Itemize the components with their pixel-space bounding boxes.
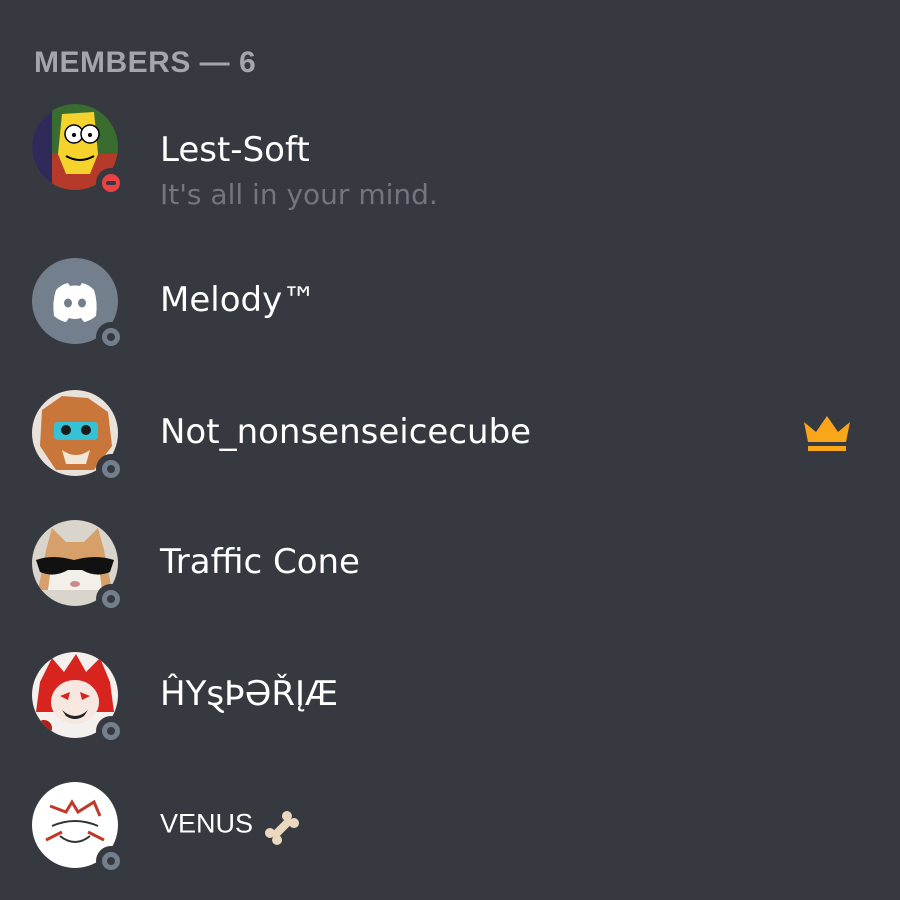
avatar[interactable] [32, 652, 126, 746]
member-name: Lest-Soft [160, 130, 310, 170]
status-indicator [96, 454, 126, 484]
status-indicator [96, 846, 126, 876]
offline-status-icon [102, 852, 120, 870]
offline-status-icon [102, 590, 120, 608]
member-item-melody[interactable]: Melody™ [0, 246, 900, 356]
member-name: Traffic Cone [160, 542, 360, 582]
member-name: ĤYȿÞƏŘĮÆ [160, 674, 339, 714]
status-indicator [96, 716, 126, 746]
avatar[interactable] [32, 258, 126, 352]
members-header: MEMBERS — 6 [34, 46, 257, 79]
member-item-not-nonsenseicecube[interactable]: Not_nonsenseicecube [0, 378, 900, 488]
status-indicator [96, 168, 126, 198]
member-item-lest-soft[interactable]: Lest-Soft It's all in your mind. [0, 92, 900, 211]
member-item-venus[interactable]: VENUS [0, 770, 900, 880]
member-name: VENUS [160, 808, 254, 839]
offline-status-icon [102, 328, 120, 346]
member-item-hysperiae[interactable]: ĤYȿÞƏŘĮÆ [0, 640, 900, 750]
avatar[interactable] [32, 520, 126, 614]
status-indicator [96, 584, 126, 614]
avatar[interactable] [32, 782, 126, 876]
avatar[interactable] [32, 104, 126, 198]
server-owner-crown-icon [804, 416, 850, 451]
dnd-status-icon [102, 174, 120, 192]
status-indicator [96, 322, 126, 352]
member-status-text: It's all in your mind. [160, 178, 438, 211]
avatar[interactable] [32, 390, 126, 484]
member-item-traffic-cone[interactable]: Traffic Cone [0, 508, 900, 618]
member-name: Melody™ [160, 280, 317, 320]
bone-emoji-icon [265, 810, 300, 846]
offline-status-icon [102, 722, 120, 740]
member-name: Not_nonsenseicecube [160, 412, 532, 452]
offline-status-icon [102, 460, 120, 478]
